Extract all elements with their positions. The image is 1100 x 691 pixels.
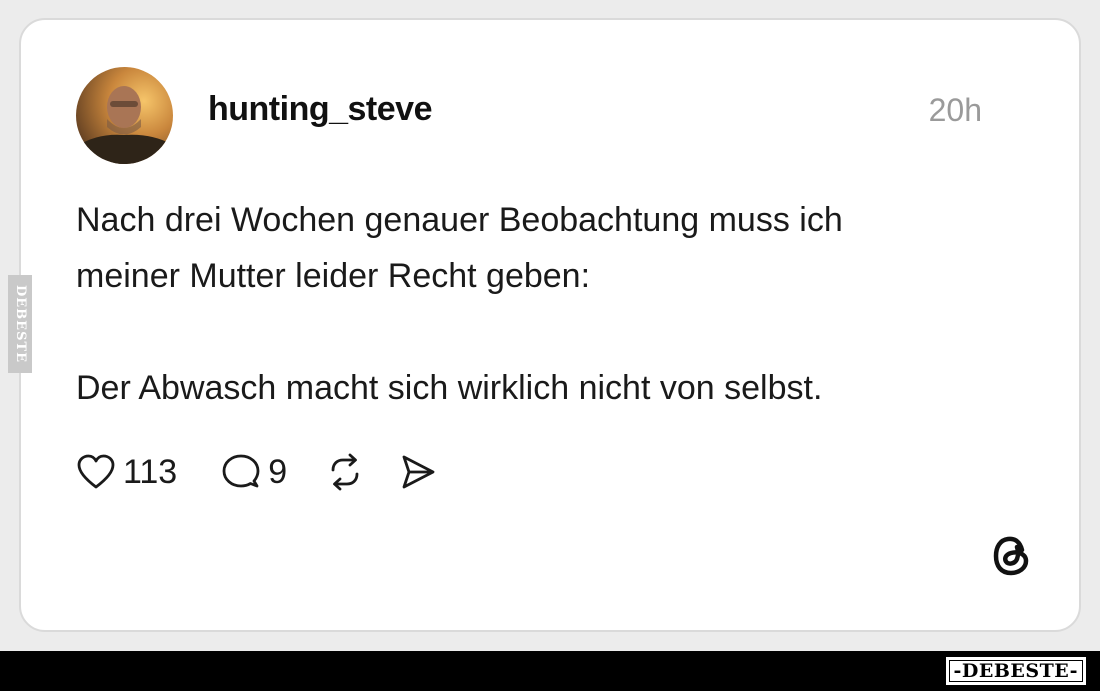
post-text-line: Nach drei Wochen genauer Beobachtung mus… [76, 201, 843, 239]
share-button[interactable] [397, 452, 437, 492]
heart-icon [76, 453, 116, 491]
side-watermark: DEBESTE [8, 275, 32, 373]
send-icon [397, 452, 437, 492]
post-actions: 113 9 [76, 450, 437, 494]
bottom-bar: -DEBESTE- [0, 651, 1100, 691]
brand-watermark: -DEBESTE- [945, 657, 1086, 685]
reply-button[interactable]: 9 [221, 452, 287, 492]
repost-button[interactable] [325, 452, 365, 492]
post-card: hunting_steve 20h Nach drei Wochen genau… [19, 18, 1081, 632]
post-text-line: Der Abwasch macht sich wirklich nicht vo… [76, 369, 823, 407]
repost-icon [325, 452, 365, 492]
like-button[interactable]: 113 [76, 453, 177, 492]
username[interactable]: hunting_steve [208, 90, 432, 129]
post-text-line: meiner Mutter leider Recht geben: [76, 257, 591, 295]
avatar[interactable] [76, 67, 173, 164]
like-count: 113 [123, 452, 178, 491]
comment-icon [221, 452, 261, 492]
post-text: Nach drei Wochen genauer Beobachtung mus… [76, 192, 1026, 416]
post-timestamp: 20h [928, 92, 982, 128]
reply-count: 9 [268, 452, 288, 491]
threads-logo-icon[interactable] [991, 533, 1033, 584]
